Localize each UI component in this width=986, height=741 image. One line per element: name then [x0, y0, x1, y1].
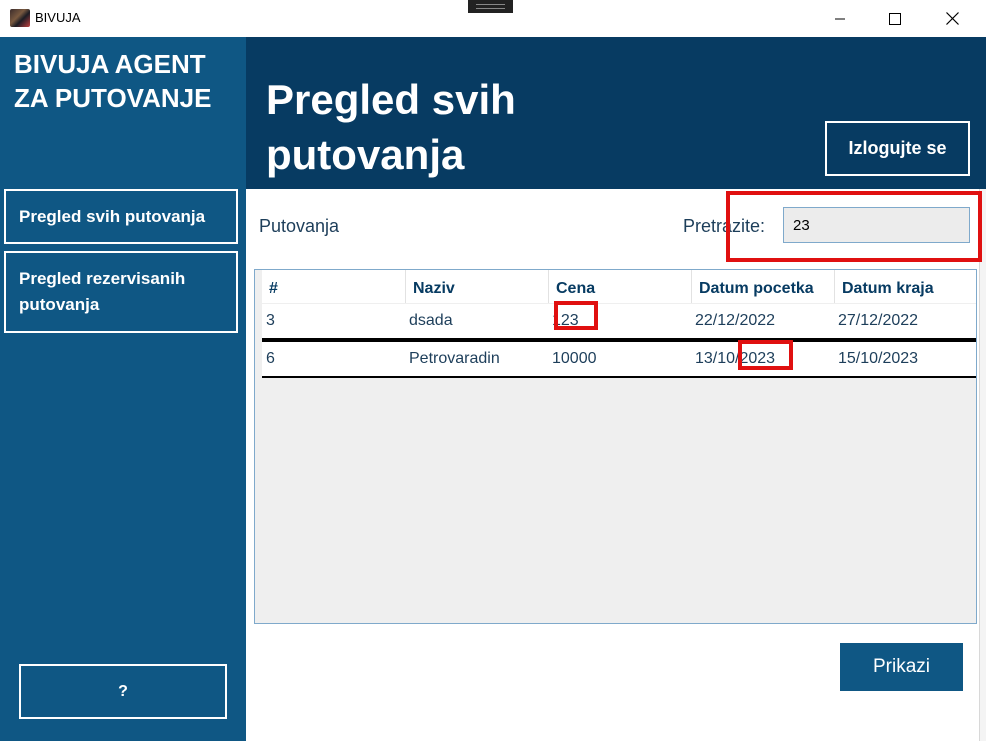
- page-header: Pregled svih putovanja Izlogujte se: [246, 37, 986, 189]
- window-title: BIVUJA: [35, 10, 81, 25]
- table-row[interactable]: 6 Petrovaradin 10000 13/10/2023 15/10/20…: [262, 340, 976, 378]
- column-header-id[interactable]: #: [262, 270, 405, 303]
- column-header-price[interactable]: Cena: [548, 270, 691, 303]
- nav-all-trips-button[interactable]: Pregled svih putovanja: [4, 189, 238, 244]
- cell-start-date: 22/12/2022: [695, 312, 776, 329]
- window-edge: [979, 189, 986, 741]
- help-button[interactable]: ?: [19, 664, 227, 719]
- close-button[interactable]: [929, 0, 975, 37]
- search-input[interactable]: [783, 207, 970, 243]
- page-title: Pregled svih putovanja: [266, 76, 516, 178]
- column-header-start-date[interactable]: Datum pocetka: [691, 270, 834, 303]
- table-row[interactable]: 3 dsada 123 22/12/2022 27/12/2022: [262, 304, 976, 340]
- sidebar: BIVUJA AGENT ZA PUTOVANJE Pregled svih p…: [0, 37, 246, 741]
- logout-button[interactable]: Izlogujte se: [825, 121, 970, 176]
- nav-reserved-trips-button[interactable]: Pregled rezervisanih putovanja: [4, 251, 238, 333]
- close-icon: [945, 12, 959, 25]
- search-label: Pretrazite:: [683, 216, 766, 236]
- cell-name: Petrovaradin: [409, 350, 500, 367]
- drag-grip-icon[interactable]: [468, 0, 513, 13]
- minimize-icon: [835, 18, 845, 19]
- column-header-end-date[interactable]: Datum kraja: [834, 270, 976, 303]
- column-header-name[interactable]: Naziv: [405, 270, 548, 303]
- maximize-icon: [889, 12, 901, 25]
- section-label: Putovanja: [259, 216, 340, 236]
- app-icon: [10, 9, 30, 27]
- cell-name: dsada: [409, 312, 453, 329]
- minimize-button[interactable]: [817, 0, 863, 37]
- cell-start-date: 13/10/2023: [695, 350, 776, 367]
- table-header: # Naziv Cena Datum pocetka Datum kraja: [262, 270, 976, 303]
- trips-table: # Naziv Cena Datum pocetka Datum kraja 3…: [254, 269, 977, 624]
- maximize-button[interactable]: [872, 0, 918, 37]
- title-bar: BIVUJA: [0, 0, 986, 37]
- show-button[interactable]: Prikazi: [840, 643, 963, 691]
- cell-end-date: 27/12/2022: [838, 312, 919, 329]
- cell-price: 10000: [552, 350, 597, 367]
- cell-id: 6: [266, 350, 275, 367]
- cell-price: 123: [552, 312, 579, 329]
- cell-id: 3: [266, 312, 275, 329]
- cell-end-date: 15/10/2023: [838, 350, 919, 367]
- brand-title: BIVUJA AGENT ZA PUTOVANJE: [14, 49, 212, 113]
